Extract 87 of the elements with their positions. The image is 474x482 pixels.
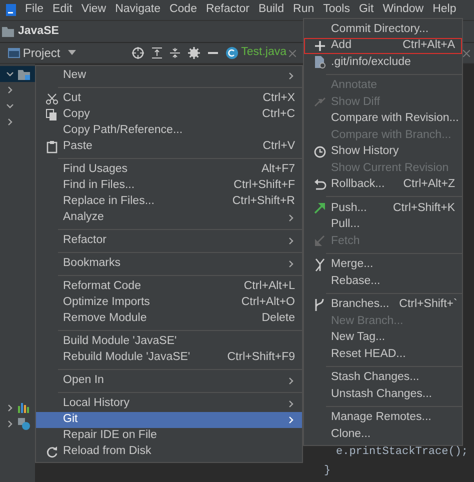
- menu-item[interactable]: Navigate: [115, 1, 160, 19]
- menu-item[interactable]: Window: [382, 1, 424, 19]
- menu-item[interactable]: Help: [432, 1, 456, 19]
- menu-item[interactable]: File: [25, 1, 44, 19]
- reload-icon: [45, 445, 59, 459]
- menu-item[interactable]: .git/info/exclude: [304, 54, 462, 70]
- menu-item[interactable]: New Tag...: [304, 330, 462, 346]
- menu-item[interactable]: Repair IDE on File: [36, 428, 302, 444]
- copy-icon: [45, 108, 59, 122]
- menu-item[interactable]: Pull...: [304, 216, 462, 233]
- menu-item[interactable]: Reload from Disk: [36, 444, 302, 460]
- menu-item[interactable]: Merge...: [304, 256, 462, 273]
- menu-item[interactable]: Rollback... Ctrl+Alt+Z: [304, 176, 462, 193]
- menu-item[interactable]: Replace in Files... Ctrl+Shift+R: [36, 194, 302, 210]
- chevron-right-icon[interactable]: [6, 420, 14, 428]
- menu-item[interactable]: Clone...: [304, 426, 462, 442]
- chevron-down-icon[interactable]: [6, 70, 14, 78]
- menu-item[interactable]: Tools: [323, 1, 350, 19]
- file-icon: [313, 55, 327, 70]
- menu-item[interactable]: Reset HEAD...: [304, 346, 462, 362]
- close-icon[interactable]: [463, 50, 470, 56]
- caret-icon[interactable]: [68, 50, 76, 56]
- chevron-down-icon[interactable]: [6, 102, 14, 110]
- arrow-down-left-icon: [313, 234, 327, 248]
- menu-item[interactable]: Find in Files... Ctrl+Shift+F: [36, 178, 302, 194]
- window-icon: [8, 48, 20, 58]
- menu-item[interactable]: Build: [258, 1, 284, 19]
- chevron-right-icon[interactable]: [6, 86, 14, 94]
- minimize-icon[interactable]: [208, 52, 218, 54]
- scissors-icon: [45, 92, 59, 106]
- menu-item[interactable]: View: [81, 1, 106, 19]
- menu-item[interactable]: Refactor: [206, 1, 250, 19]
- menu-item[interactable]: Analyze: [36, 210, 302, 226]
- menu-item[interactable]: Branches... Ctrl+Shift+`: [304, 296, 462, 313]
- menu-item[interactable]: Code: [169, 1, 197, 19]
- menu-item[interactable]: Run: [293, 1, 314, 19]
- collapse-all-icon[interactable]: [170, 47, 180, 59]
- app-logo-icon: [6, 4, 16, 16]
- menu-item[interactable]: Find Usages Alt+F7: [36, 162, 302, 178]
- menu-item[interactable]: Bookmarks: [36, 256, 302, 272]
- menu-item[interactable]: Push... Ctrl+Shift+K: [304, 200, 462, 216]
- menu-item[interactable]: Add Ctrl+Alt+A: [304, 38, 462, 54]
- menu-item[interactable]: Local History: [36, 396, 302, 412]
- editor-tab[interactable]: Test.java: [226, 44, 296, 62]
- menu-item[interactable]: Build Module 'JavaSE': [36, 334, 302, 350]
- menu-item[interactable]: Manage Remotes...: [304, 410, 462, 426]
- target-icon[interactable]: [132, 47, 144, 59]
- module-folder-icon: [18, 68, 30, 80]
- file-clock-icon: [18, 418, 30, 430]
- menu-item[interactable]: Copy Ctrl+C: [36, 107, 302, 123]
- folder-icon: [2, 26, 14, 37]
- merge-icon: [313, 258, 327, 272]
- menu-item[interactable]: Remove Module Delete: [36, 311, 302, 327]
- class-icon: [226, 47, 238, 59]
- menu-item[interactable]: Optimize Imports Ctrl+Alt+O: [36, 295, 302, 311]
- menu-item[interactable]: Git: [36, 412, 302, 428]
- close-icon[interactable]: [289, 50, 296, 56]
- chevron-right-icon[interactable]: [6, 404, 14, 412]
- bar-chart-icon: [18, 403, 30, 413]
- settings-icon[interactable]: [188, 47, 200, 59]
- menu-item[interactable]: Reformat Code Ctrl+Alt+L: [36, 279, 302, 295]
- menu-item[interactable]: Copy Path/Reference...: [36, 123, 302, 139]
- menu-item[interactable]: Show History: [304, 144, 462, 160]
- clock-icon: [313, 144, 327, 159]
- project-dropdown[interactable]: Project: [8, 44, 60, 62]
- code-line: e.printStackTrace();: [336, 445, 468, 460]
- code-line: }: [324, 464, 331, 479]
- menu-item[interactable]: Open In: [36, 373, 302, 389]
- project-title: JavaSE: [18, 24, 59, 39]
- menu-item[interactable]: Edit: [52, 1, 72, 19]
- menu-item[interactable]: Stash Changes...: [304, 370, 462, 386]
- menu-item[interactable]: Commit Directory...: [304, 21, 462, 38]
- expand-all-icon[interactable]: [152, 47, 162, 59]
- menu-item[interactable]: Rebuild Module 'JavaSE' Ctrl+Shift+F9: [36, 350, 302, 366]
- menu-item[interactable]: Compare with Revision...: [304, 110, 462, 127]
- clipboard-icon: [45, 140, 59, 154]
- plus-icon: [313, 38, 327, 53]
- menu-item[interactable]: Paste Ctrl+V: [36, 139, 302, 155]
- chevron-right-icon[interactable]: [6, 118, 14, 126]
- menu-item[interactable]: New: [36, 68, 302, 84]
- arrow-up-right-icon: [313, 201, 327, 216]
- menu-item[interactable]: Git: [358, 1, 374, 19]
- menu-item[interactable]: Refactor: [36, 233, 302, 249]
- undo-icon: [313, 178, 327, 192]
- menu-item[interactable]: Unstash Changes...: [304, 386, 462, 402]
- menu-item[interactable]: Cut Ctrl+X: [36, 91, 302, 107]
- menu-item[interactable]: Rebase...: [304, 273, 462, 290]
